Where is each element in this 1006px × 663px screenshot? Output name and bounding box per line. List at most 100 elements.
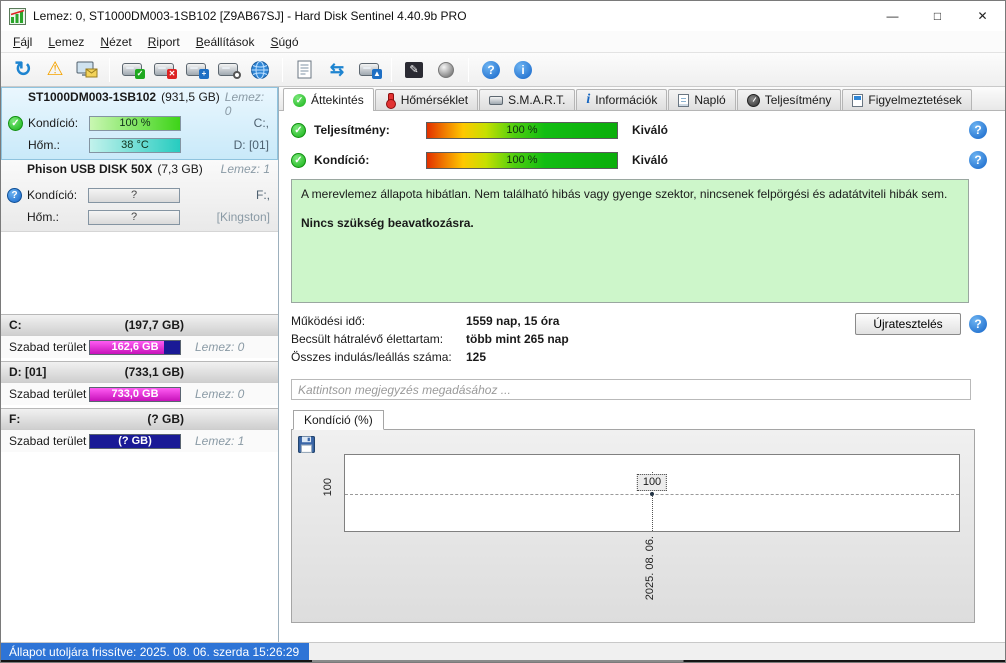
status-ok-icon: ✓ <box>8 115 23 131</box>
menubar: Fájl Lemez Nézet Riport Beállítások Súgó <box>1 31 1005 53</box>
partition-row-f[interactable]: F: (? GB) Szabad terület (? GB) Lemez: 1 <box>1 408 278 452</box>
tab-label: Információk <box>595 93 658 107</box>
condition-row: ✓ Kondíció: 100 % Kiváló ? <box>291 149 995 171</box>
tab-alerts[interactable]: Figyelmeztetések <box>842 89 972 110</box>
stat-value: több mint 265 nap <box>466 332 569 346</box>
signature-icon[interactable]: ✎ <box>400 56 428 84</box>
temperature-bar: ? <box>88 209 180 225</box>
window-title: Lemez: 0, ST1000DM003-1SB102 [Z9AB67SJ] … <box>33 9 467 23</box>
close-button[interactable]: ✕ <box>960 1 1005 31</box>
stat-row: Összes indulás/leállás száma: 125 <box>291 349 969 365</box>
sphere-icon[interactable] <box>432 56 460 84</box>
lifetime-stats: Működési idő: 1559 nap, 15 óra Becsült h… <box>291 313 995 365</box>
status-message: Állapot utoljára frissítve: 2025. 08. 06… <box>1 643 309 660</box>
minimize-button[interactable]: — <box>870 1 915 31</box>
tab-log[interactable]: Napló <box>668 89 736 110</box>
alerts-icon <box>852 93 864 107</box>
free-space-label: Szabad terület <box>9 340 87 354</box>
condition-label: Kondíció: <box>314 153 370 167</box>
tab-label: Áttekintés <box>311 93 364 107</box>
refresh-icon[interactable]: ↻ <box>9 56 37 84</box>
disk-ok-icon[interactable]: ✓ <box>118 56 146 84</box>
content-area: ✓ Áttekintés Hőmérséklet S.M.A.R.T. i In… <box>279 87 1005 642</box>
warning-icon[interactable]: ⚠ <box>41 56 69 84</box>
menu-view[interactable]: Nézet <box>92 33 139 51</box>
retest-button[interactable]: Újratesztelés <box>855 313 961 335</box>
tab-performance[interactable]: Teljesítmény <box>736 89 842 110</box>
tab-label: S.M.A.R.T. <box>508 93 566 107</box>
main-area: ST1000DM003-1SB102 (931,5 GB) Lemez: 0 ✓… <box>1 87 1005 642</box>
stat-label: Becsült hátralévő élettartam: <box>291 332 444 346</box>
help-icon[interactable]: ? <box>969 315 987 333</box>
partition-free-row: Szabad terület 733,0 GB Lemez: 0 <box>1 383 278 405</box>
menu-report[interactable]: Riport <box>140 33 188 51</box>
partition-header: D: [01] (733,1 GB) <box>1 362 278 383</box>
menu-help[interactable]: Súgó <box>262 33 306 51</box>
chart-data-point <box>650 492 654 496</box>
tabbar: ✓ Áttekintés Hőmérséklet S.M.A.R.T. i In… <box>279 87 1005 111</box>
volume-label: F:, <box>256 188 270 202</box>
titlebar: Lemez: 0, ST1000DM003-1SB102 [Z9AB67SJ] … <box>1 1 1005 31</box>
log-icon <box>678 93 690 107</box>
stat-value: 1559 nap, 15 óra <box>466 314 560 328</box>
tab-smart[interactable]: S.M.A.R.T. <box>479 89 576 110</box>
web-icon[interactable] <box>246 56 274 84</box>
disk-report-icon[interactable]: ▲ <box>355 56 383 84</box>
condition-bar: 100 % <box>89 115 181 131</box>
volume-label: C:, <box>253 116 269 130</box>
disk-search-icon[interactable] <box>214 56 242 84</box>
disk-remove-icon[interactable]: ✕ <box>150 56 178 84</box>
help-icon[interactable]: ? <box>477 56 505 84</box>
condition-label: Kondíció: <box>27 188 78 202</box>
disk-title: ST1000DM003-1SB102 (931,5 GB) Lemez: 0 <box>2 90 277 118</box>
disk-icon <box>489 95 504 105</box>
partition-name: C: <box>9 318 22 332</box>
partition-size: (? GB) <box>147 412 184 426</box>
tab-temperature[interactable]: Hőmérséklet <box>374 89 479 110</box>
free-space-value: 162,6 GB <box>111 341 159 353</box>
free-space-label: Szabad terület <box>9 434 87 448</box>
disk-card-1[interactable]: Phison USB DISK 50X (7,3 GB) Lemez: 1 ? … <box>1 160 278 232</box>
partition-free-row: Szabad terület (? GB) Lemez: 1 <box>1 430 278 452</box>
menu-file[interactable]: Fájl <box>5 33 40 51</box>
thermometer-icon <box>385 93 396 109</box>
menu-settings[interactable]: Beállítások <box>188 33 263 51</box>
app-window: Lemez: 0, ST1000DM003-1SB102 [Z9AB67SJ] … <box>0 0 1006 663</box>
maximize-button[interactable]: □ <box>915 1 960 31</box>
temperature-label: Hőm.: <box>28 138 61 152</box>
volume-label: D: [01] <box>233 138 269 152</box>
partition-row-d[interactable]: D: [01] (733,1 GB) Szabad terület 733,0 … <box>1 361 278 405</box>
partition-free-row: Szabad terület 162,6 GB Lemez: 0 <box>1 336 278 358</box>
report-icon[interactable] <box>291 56 319 84</box>
bottom-edge <box>1 660 1005 662</box>
status-unknown-icon: ? <box>7 187 22 203</box>
condition-bar: 100 % <box>426 151 618 169</box>
gauge-icon <box>746 93 760 107</box>
window-controls: — □ ✕ <box>870 1 1005 31</box>
monitor-mail-icon[interactable] <box>73 56 101 84</box>
partition-name: D: [01] <box>9 365 47 379</box>
tab-overview[interactable]: ✓ Áttekintés <box>283 88 374 111</box>
partition-name: F: <box>9 412 21 426</box>
disk-card-0[interactable]: ST1000DM003-1SB102 (931,5 GB) Lemez: 0 ✓… <box>1 87 278 160</box>
partition-size: (733,1 GB) <box>124 365 184 379</box>
help-icon[interactable]: ? <box>969 121 987 139</box>
comment-input[interactable] <box>291 379 971 400</box>
sync-icon[interactable]: ⇆ <box>323 56 351 84</box>
menu-disk[interactable]: Lemez <box>40 33 92 51</box>
partition-row-c[interactable]: C: (197,7 GB) Szabad terület 162,6 GB Le… <box>1 314 278 358</box>
condition-row: ? Kondíció: ? F:, <box>1 184 278 206</box>
save-icon[interactable] <box>298 436 315 453</box>
disk-tools-icon[interactable]: + <box>182 56 210 84</box>
free-space-value: 733,0 GB <box>111 388 159 400</box>
status-ok-icon: ✓ <box>291 152 306 168</box>
check-circle-icon: ✓ <box>293 93 306 107</box>
help-icon[interactable]: ? <box>969 151 987 169</box>
toolbar-separator <box>282 57 283 82</box>
chart-tab-condition[interactable]: Kondíció (%) <box>293 410 384 430</box>
tab-information[interactable]: i Információk <box>576 89 668 110</box>
toolbar: ↻ ⚠ ✓ ✕ + ⇆ ▲ ✎ ? i <box>1 53 1005 87</box>
disk-number: Lemez: 1 <box>220 162 270 176</box>
condition-label: Kondíció: <box>28 116 79 130</box>
info-icon[interactable]: i <box>509 56 537 84</box>
